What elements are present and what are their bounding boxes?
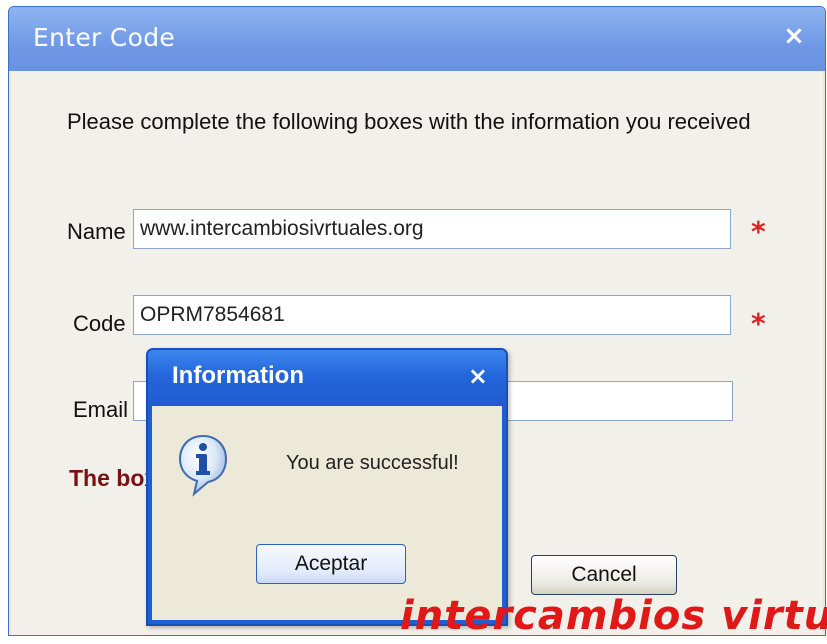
name-field[interactable]: www.intercambiosivrtuales.org	[133, 209, 731, 249]
code-field[interactable]: OPRM7854681	[133, 295, 731, 335]
code-label: Code	[73, 311, 126, 336]
information-dialog: Information × You are successful! Acepta…	[146, 348, 508, 626]
info-title: Information	[172, 362, 304, 389]
close-icon[interactable]: ×	[781, 23, 807, 49]
dialog-titlebar[interactable]: Enter Code ×	[9, 7, 825, 71]
aceptar-button[interactable]: Aceptar	[256, 544, 406, 584]
name-required-star: *	[751, 215, 766, 248]
info-icon	[178, 434, 228, 497]
screen: Enter Code × Please complete the followi…	[0, 0, 827, 644]
dialog-title: Enter Code	[33, 23, 176, 52]
cancel-button[interactable]: Cancel	[531, 555, 677, 595]
info-body: You are successful! Aceptar	[152, 406, 502, 620]
name-label: Name	[67, 219, 126, 244]
watermark: intercambios virtuales	[400, 593, 827, 639]
info-message: You are successful!	[286, 452, 459, 474]
info-close-icon[interactable]: ×	[468, 362, 488, 390]
instructions-text: Please complete the following boxes with…	[67, 109, 751, 134]
code-required-star: *	[751, 307, 766, 340]
info-titlebar[interactable]: Information ×	[148, 350, 506, 406]
email-label: Email	[73, 397, 129, 422]
